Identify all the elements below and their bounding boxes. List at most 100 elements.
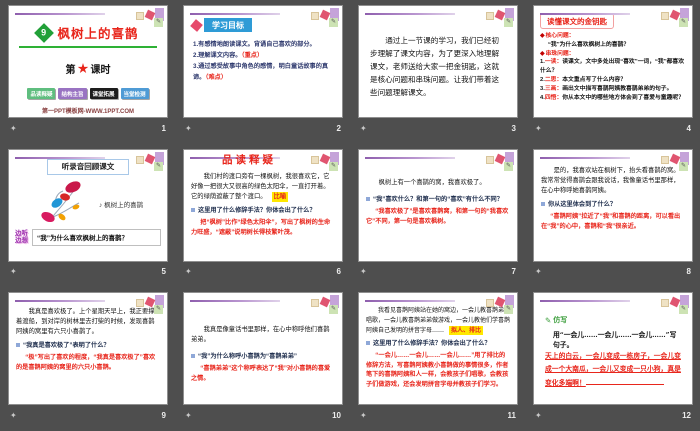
section-header: 品读释疑 [184,152,314,167]
pencil-icon: ✎ [545,316,551,325]
pencil-icon: ✎ [329,162,338,171]
text-excerpt: 枫树上有一个喜鹊的窝，我喜欢极了。 [366,178,510,188]
sorter-cell: ✎ 学习目标 1.有感情地朗读课文。背诵自己喜欢的部分。 2.理解课文内容。（重… [175,0,350,144]
think-line2: 边想 [15,237,28,244]
slide-thumbnail-9[interactable]: ✎ 我真是喜欢极了。上个星期天早上，我正要撑着渡船，到对岸的树林里去打柴的时候，… [8,292,168,405]
animation-star-icon: ✦ [10,411,17,420]
audio-link[interactable]: ♪ 枫树上的喜鹊 [99,199,143,209]
slide-thumbnail-4[interactable]: ✎ 读懂课文的金钥匙 ◆核心问题： “我”为什么喜欢枫树上的喜鹊？ ◆串珠问题：… [533,5,693,118]
question-row: 你从这里体会到了什么？ [541,200,685,209]
slide-number: 1 [162,124,166,133]
picture-square-icon [136,12,144,20]
chain-question-label: ◆串珠问题： [540,50,687,59]
answer-text: “一会儿……一会儿……一会儿……”用了排比的修辞方法，写喜鹊阿姨教小喜鹊做的事情… [366,351,510,389]
slide-number: 8 [687,267,691,276]
slide-thumbnail-8[interactable]: ✎ 是的，我喜欢站在枫树下，抬头看喜鹊的窝。我常常觉得喜鹊会跟我说话，我像童话书… [533,149,693,262]
slide-number: 4 [687,124,691,133]
thumbnail-strip: ✦ 4 [533,118,693,138]
header-rule [15,300,105,302]
animation-star-icon: ✦ [360,124,367,133]
exercise-label: 仿写 [553,315,567,325]
objective-mark: （难点） [205,74,227,81]
thumbnail-strip: ✦ 2 [183,118,343,138]
square-bullet-icon [366,341,370,345]
slide-thumbnail-5[interactable]: ✎ 听录音回顾课文 ♪ [8,149,168,262]
nav-button-dangtangjiance[interactable]: 当堂检测 [121,88,149,99]
slide-number: 9 [162,411,166,420]
animation-star-icon: ✦ [185,411,192,420]
pencil-icon: ✎ [504,162,513,171]
picture-square-icon [661,156,669,164]
question-key: 一读： [545,59,562,65]
pencil-icon: ✎ [504,305,513,314]
question-text: 这里用了什么修辞手法？你体会出了什么？ [198,207,316,214]
slide-thumbnail-3[interactable]: ✎ 通过上一节课的学习，我们已经初步理解了课文内容，为了更深入地理解课文，老师送… [358,5,518,118]
objective-mark: （重点） [241,52,263,59]
session-suffix: 课时 [91,61,111,76]
source-watermark: 第一PPT模板网-WWW.1PPT.COM [9,106,167,115]
thumbnail-strip: ✦ 5 [8,262,168,282]
picture-square-icon [486,12,494,20]
thumbnail-strip: ✦ 7 [358,262,518,282]
slide-thumbnail-11[interactable]: ✎ 我看见喜鹊阿姨站在她的窝边，一会儿教喜鹊弟弟唱歌，一会儿教喜鹊弟弟做游戏，一… [358,292,518,405]
pencil-icon: ✎ [329,305,338,314]
answer-blank-line [586,376,664,385]
header-rule [540,13,630,15]
thumbnail-strip: ✦ 11 [358,405,518,425]
objective-item: 1.有感情地朗读课文。背诵自己喜欢的部分。 [193,39,336,50]
nav-button-jiegouzhuzhi[interactable]: 结构主旨 [58,88,86,99]
picture-square-icon [486,156,494,164]
header-rule [365,300,455,302]
animation-star-icon: ✦ [185,267,192,276]
exercise-prompt: 用“一会儿……一会儿……一会儿……”写句子。 [553,329,682,349]
sorter-cell: ✎ 9 枫树上的喜鹊 第 课时 品读释疑 结构主旨 课堂拓展 当堂检测 第一PP… [0,0,175,144]
ribbon-icon [190,19,203,32]
slide-number: 7 [512,267,516,276]
chain-question: 2.二思：本文重点写了什么内容？ [540,76,687,85]
corner-decoration: ✎ [482,152,514,171]
question-row: “我”喜欢什么？和第一句的“喜欢”有什么不同？ [366,195,510,204]
pencil-icon: ✎ [329,18,338,27]
slide-thumbnail-7[interactable]: ✎ 枫树上有一个喜鹊的窝，我喜欢极了。 “我”喜欢什么？和第一句的“喜欢”有什么… [358,149,518,262]
slide-thumbnail-1[interactable]: ✎ 9 枫树上的喜鹊 第 课时 品读释疑 结构主旨 课堂拓展 当堂检测 第一PP… [8,5,168,118]
slide-thumbnail-6[interactable]: ✎ 品读释疑 我们村的渡口旁有一棵枫树，我很喜欢它，它好像一把很大又很高的绿色太… [183,149,343,262]
sorter-cell: ✎ 品读释疑 我们村的渡口旁有一棵枫树，我很喜欢它，它好像一把很大又很高的绿色太… [175,144,350,288]
animation-star-icon: ✦ [185,124,192,133]
rhetoric-highlight: 比喻 [272,192,289,202]
question-text: 这里用了什么修辞手法？你体会出了什么？ [373,340,491,347]
chain-question: 4.四悟：你从本文中的哪些地方体会到了喜爱与童趣呢？ [540,94,687,103]
corner-decoration: ✎ [307,295,339,314]
question-text: 你从这里体会到了什么？ [548,201,616,208]
think-label: 边听 边想 [15,230,28,245]
animation-star-icon: ✦ [535,411,542,420]
slide-number: 2 [337,124,341,133]
excerpt-text: 我们村的渡口旁有一棵枫树，我很喜欢它，它好像一把很大又很高的绿色太阳伞，一直打开… [191,173,330,200]
pencil-icon: ✎ [154,162,163,171]
objective-item: 2.理解课文内容。（重点） [193,50,336,61]
sorter-cell: ✎ 我真是像童话书里那样，在心中称呼他们喜鹊弟弟。 “我”为什么称呼小喜鹊为“喜… [175,287,350,431]
square-bullet-icon [191,354,195,358]
nav-button-ketangtuozhan[interactable]: 课堂拓展 [90,88,118,99]
header-rule [365,157,455,159]
slide-thumbnail-2[interactable]: ✎ 学习目标 1.有感情地朗读课文。背诵自己喜欢的部分。 2.理解课文内容。（重… [183,5,343,118]
question-key: 三画： [545,86,562,92]
rhetoric-highlight: 拟人、排比 [449,326,483,336]
square-bullet-icon [16,343,20,347]
slide-thumbnail-10[interactable]: ✎ 我真是像童话书里那样，在心中称呼他们喜鹊弟弟。 “我”为什么称呼小喜鹊为“喜… [183,292,343,405]
header-rule [15,13,105,15]
question-text: “我真是喜欢极了”表明了什么？ [23,342,110,349]
animation-star-icon: ✦ [535,267,542,276]
animation-star-icon: ✦ [535,124,542,133]
pencil-icon: ✎ [679,305,688,314]
square-bullet-icon [191,208,195,212]
corner-decoration: ✎ [132,8,164,27]
question-row: “我”为什么称呼小喜鹊为“喜鹊弟弟” [191,352,335,361]
picture-square-icon [661,12,669,20]
answer-text: “喜鹊阿姨”拉近了“我”和喜鹊的距离，可以看出在“我”的心中，喜鹊和“我”很亲近… [541,212,685,232]
nav-button-pindushiyi[interactable]: 品读释疑 [27,88,55,99]
sample-answer: 天上的白云，一会儿变成一栋房子，一会儿变成一个大南瓜，一会儿又变成一只小狗，真是… [545,351,682,391]
slide-thumbnail-12[interactable]: ✎ ✎ 仿写 用“一会儿……一会儿……一会儿……”写句子。 天上的白云，一会儿变… [533,292,693,405]
answer-text: “极”写出了喜欢的程度，“我真是喜欢极了”喜欢的是喜鹊阿姨的窝里的六只小喜鹊。 [16,353,160,373]
header-rule [540,157,630,159]
question-text: “我”为什么称呼小喜鹊为“喜鹊弟弟” [198,353,297,360]
